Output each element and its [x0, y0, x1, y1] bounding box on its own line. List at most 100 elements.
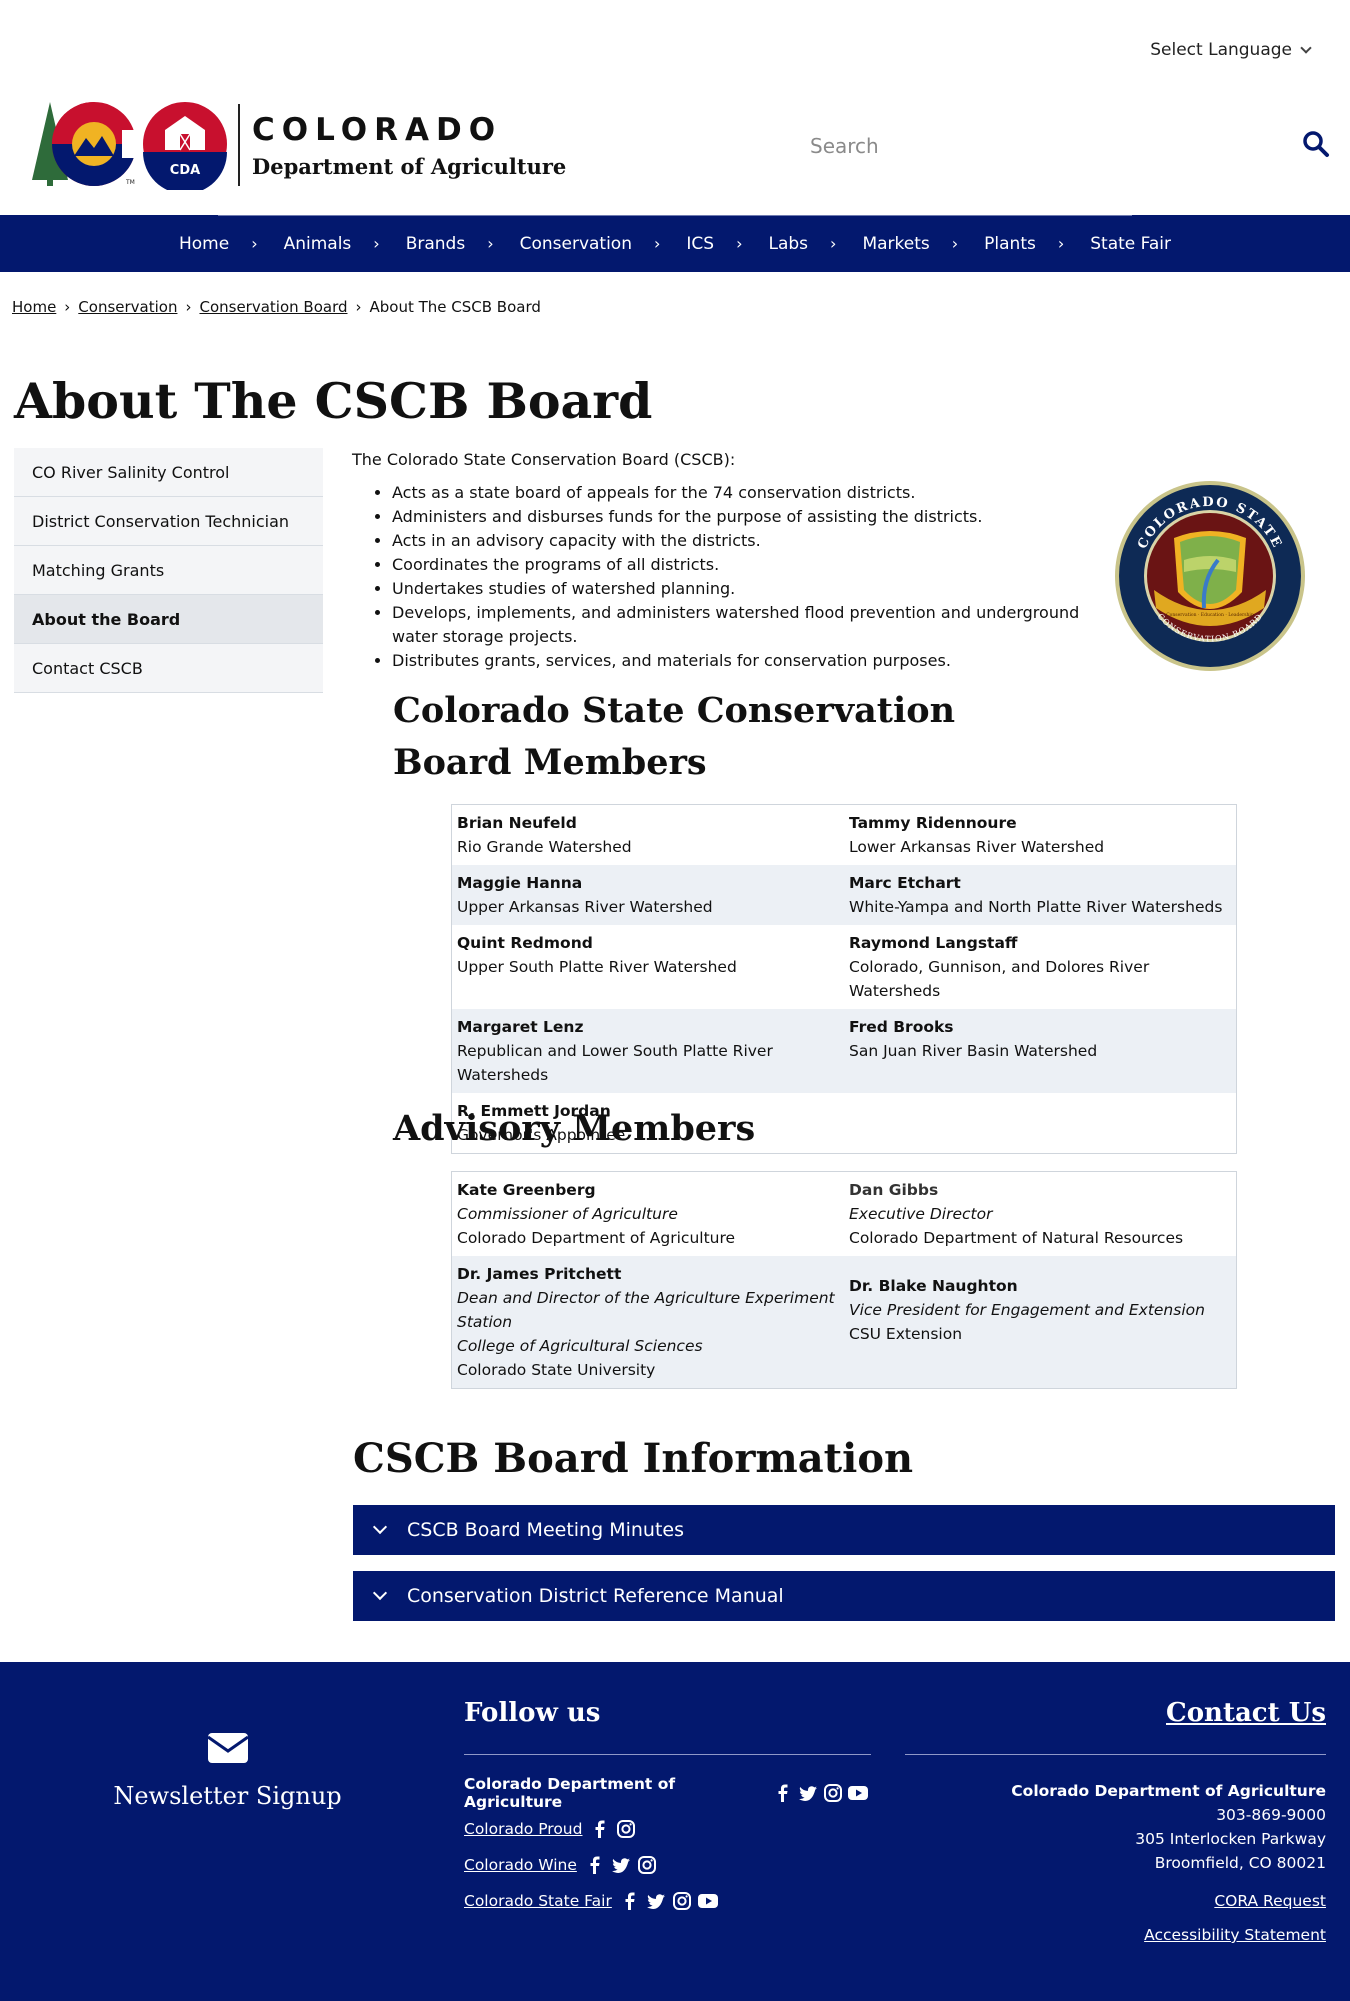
nav-item-brands[interactable]: Brands ›	[406, 234, 494, 254]
member-cell: Quint Redmond Upper South Platte River Wa…	[457, 934, 737, 976]
member-cell: Marc Etchart White-Yampa and North Platte…	[849, 874, 1223, 916]
site-logo[interactable]: TM CDA COLORADO Department of Agricultur…	[30, 100, 566, 190]
accordion-reference-manual[interactable]: Conservation District Reference Manual	[353, 1571, 1335, 1621]
logo-badge-text: CDA	[170, 163, 200, 178]
advisory-table: Kate Greenberg Commissioner of Agricultu…	[451, 1171, 1237, 1389]
chevron-right-icon: ›	[736, 234, 743, 253]
nav-item-state-fair[interactable]: State Fair	[1090, 234, 1171, 254]
sidebar-item-district-technician[interactable]: District Conservation Technician	[14, 497, 323, 546]
list-item: Acts as a state board of appeals for the…	[392, 481, 1082, 505]
twitter-icon[interactable]	[796, 1781, 819, 1805]
twitter-icon[interactable]	[644, 1889, 668, 1913]
social-row: Colorado Wine	[464, 1847, 871, 1883]
member-cell: Raymond Langstaff Colorado, Gunnison, and…	[849, 934, 1150, 1000]
nav-item-animals[interactable]: Animals ›	[284, 234, 380, 254]
nav-item-conservation[interactable]: Conservation ›	[520, 234, 661, 254]
list-item: Acts in an advisory capacity with the di…	[392, 529, 1082, 553]
language-selector[interactable]: Select Language	[1150, 40, 1312, 60]
seal-ribbon-text: Conservation · Education · Leadership	[1166, 612, 1254, 618]
instagram-icon[interactable]	[614, 1817, 638, 1841]
list-item: Distributes grants, services, and materi…	[392, 649, 1082, 673]
social-org-link[interactable]: Colorado State Fair	[464, 1892, 612, 1910]
nav-item-labs[interactable]: Labs ›	[769, 234, 837, 254]
newsletter-signup[interactable]: Newsletter Signup	[80, 1732, 375, 1810]
breadcrumb-link-home[interactable]: Home	[12, 298, 56, 316]
chevron-right-icon: ›	[830, 234, 837, 253]
twitter-icon[interactable]	[609, 1853, 633, 1877]
member-cell-empty	[844, 1093, 1236, 1153]
breadcrumb: Home › Conservation › Conservation Board…	[12, 298, 541, 316]
site-footer: Newsletter Signup Follow us Colorado Dep…	[0, 1662, 1350, 2001]
facebook-icon[interactable]	[583, 1853, 607, 1877]
accessibility-statement-link[interactable]: Accessibility Statement	[905, 1923, 1326, 1947]
nav-item-ics[interactable]: ICS ›	[686, 234, 742, 254]
list-item: Coordinates the programs of all district…	[392, 553, 1082, 577]
contact-address-line2: Broomfield, CO 80021	[1154, 1854, 1326, 1872]
social-org-link[interactable]: Colorado Proud	[464, 1820, 582, 1838]
sidebar-item-about-board[interactable]: About the Board	[14, 595, 323, 644]
search-input[interactable]	[810, 134, 1190, 158]
page-title: About The CSCB Board	[14, 372, 653, 430]
nav-item-plants[interactable]: Plants ›	[984, 234, 1064, 254]
advisory-heading: Advisory Members	[393, 1108, 756, 1149]
conservation-board-seal: COLORADO STATE CONSERVATION BOARD Conser…	[1115, 481, 1305, 671]
facebook-icon[interactable]	[618, 1889, 642, 1913]
language-label: Select Language	[1150, 40, 1292, 60]
sidebar-item-matching-grants[interactable]: Matching Grants	[14, 546, 323, 595]
advisory-cell: Dr. Blake Naughton Vice President for En…	[849, 1277, 1205, 1343]
member-cell: Tammy Ridennoure Lower Arkansas River Wat…	[849, 814, 1105, 856]
contact-phone: 303-869-9000	[1216, 1806, 1326, 1824]
svg-text:TM: TM	[125, 179, 135, 186]
search-icon[interactable]	[1302, 130, 1330, 162]
list-item: Undertakes studies of watershed planning…	[392, 577, 1082, 601]
list-item: Administers and disburses funds for the …	[392, 505, 1082, 529]
members-table: Brian Neufeld Rio Grande Watershed Tammy …	[451, 804, 1237, 1154]
member-cell: Margaret Lenz Republican and Lower South …	[457, 1018, 773, 1084]
brand-subtitle: Department of Agriculture	[252, 153, 567, 179]
chevron-down-icon	[372, 1585, 388, 1601]
advisory-cell: Dan Gibbs Executive Director Colorado De…	[849, 1181, 1184, 1247]
table-row: Dr. James Pritchett Dean and Director of…	[452, 1256, 1236, 1388]
chevron-down-icon	[1300, 42, 1312, 54]
breadcrumb-current: About The CSCB Board	[369, 298, 541, 316]
cora-request-link[interactable]: CORA Request	[905, 1889, 1326, 1913]
social-org-link[interactable]: Colorado Wine	[464, 1856, 577, 1874]
instagram-icon[interactable]	[821, 1781, 844, 1805]
social-row: Colorado State Fair	[464, 1883, 871, 1919]
nav-item-home[interactable]: Home ›	[179, 234, 258, 254]
table-row: Maggie Hanna Upper Arkansas River Watersh…	[452, 865, 1236, 925]
chevron-right-icon: ›	[654, 234, 661, 253]
brand-name: COLORADO	[252, 111, 503, 148]
list-item: Develops, implements, and administers wa…	[392, 601, 1082, 649]
youtube-icon[interactable]	[846, 1781, 869, 1805]
social-row: Colorado Department of Agriculture	[464, 1775, 871, 1811]
instagram-icon[interactable]	[670, 1889, 694, 1913]
contact-us-link[interactable]: Contact Us	[905, 1698, 1326, 1755]
accordion-meeting-minutes[interactable]: CSCB Board Meeting Minutes	[353, 1505, 1335, 1555]
site-search	[810, 128, 1330, 164]
sidebar-item-river-salinity[interactable]: CO River Salinity Control	[14, 448, 323, 497]
logo-divider	[238, 104, 240, 186]
instagram-icon[interactable]	[635, 1853, 659, 1877]
nav-item-markets[interactable]: Markets ›	[862, 234, 958, 254]
members-heading: Colorado State Conservation Board Member…	[393, 690, 956, 783]
follow-us: Follow us Colorado Department of Agricul…	[464, 1698, 871, 1919]
table-row: Kate Greenberg Commissioner of Agricultu…	[452, 1172, 1236, 1256]
sidebar-item-contact-cscb[interactable]: Contact CSCB	[14, 644, 323, 693]
chevron-down-icon	[372, 1519, 388, 1535]
social-row: Colorado Proud	[464, 1811, 871, 1847]
breadcrumb-separator: ›	[64, 298, 71, 316]
chevron-right-icon: ›	[951, 234, 959, 253]
advisory-cell: Dr. James Pritchett Dean and Director of…	[457, 1265, 835, 1379]
chevron-right-icon: ›	[373, 234, 380, 253]
intro-text: The Colorado State Conservation Board (C…	[352, 450, 736, 469]
chevron-right-icon: ›	[251, 234, 258, 253]
facebook-icon[interactable]	[771, 1781, 794, 1805]
breadcrumb-link-conservation-board[interactable]: Conservation Board	[199, 298, 347, 316]
facebook-icon[interactable]	[588, 1817, 612, 1841]
youtube-icon[interactable]	[696, 1889, 720, 1913]
newsletter-label: Newsletter Signup	[113, 1782, 342, 1810]
breadcrumb-link-conservation[interactable]: Conservation	[78, 298, 177, 316]
chevron-right-icon: ›	[1057, 234, 1065, 253]
accordion-label: CSCB Board Meeting Minutes	[407, 1519, 684, 1541]
